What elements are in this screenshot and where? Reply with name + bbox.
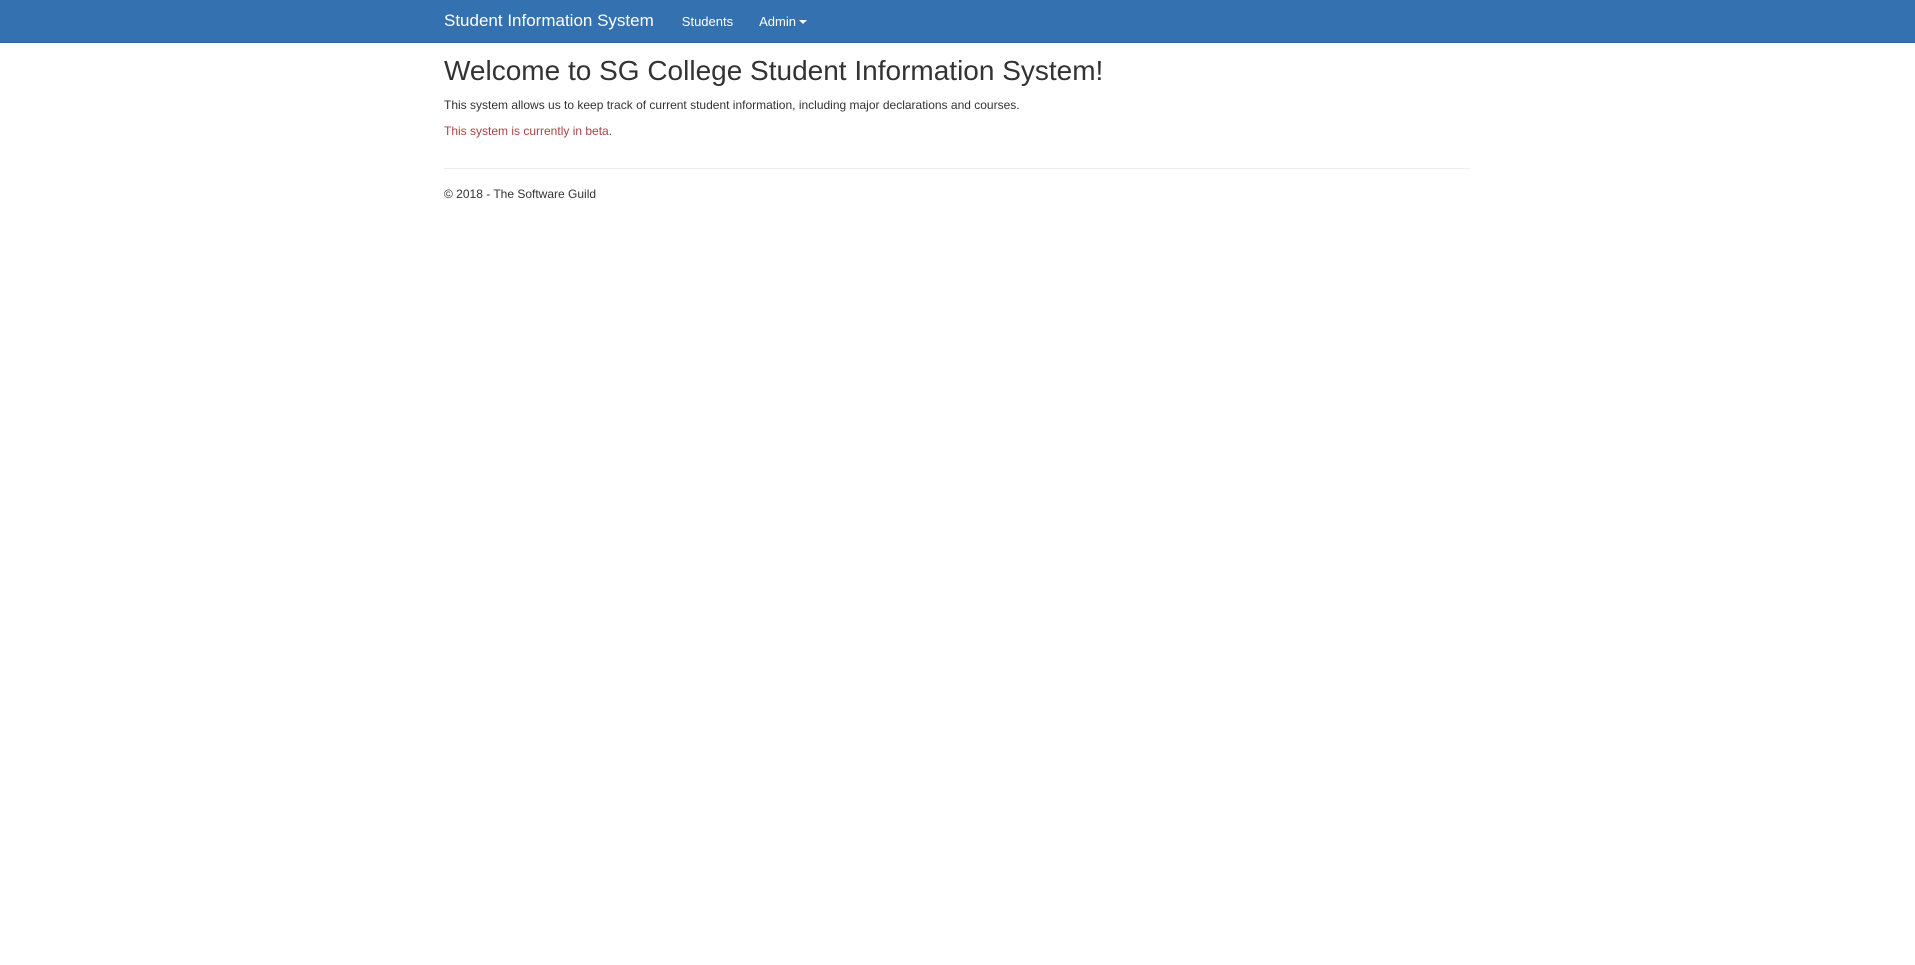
nav-item-students[interactable]: Students bbox=[682, 14, 733, 29]
caret-down-icon bbox=[798, 20, 807, 24]
nav-item-students-label: Students bbox=[681, 13, 734, 29]
beta-notice: This system is currently in beta. bbox=[444, 123, 613, 138]
top-navbar: Student Information System Students Admi… bbox=[0, 0, 1915, 43]
main-container: Welcome to SG College Student Informatio… bbox=[444, 42, 1470, 201]
footer-copyright: © 2018 - The Software Guild bbox=[444, 186, 597, 201]
navbar-inner: Student Information System Students Admi… bbox=[444, 0, 833, 42]
nav-item-admin-dropdown[interactable]: Admin bbox=[759, 14, 807, 29]
intro-text: This system allows us to keep track of c… bbox=[444, 97, 1020, 112]
footer-divider bbox=[444, 167, 1470, 169]
navbar-brand-link[interactable]: Student Information System bbox=[444, 11, 654, 31]
page-title: Welcome to SG College Student Informatio… bbox=[444, 55, 1104, 86]
nav-item-admin-label: Admin bbox=[759, 13, 796, 29]
